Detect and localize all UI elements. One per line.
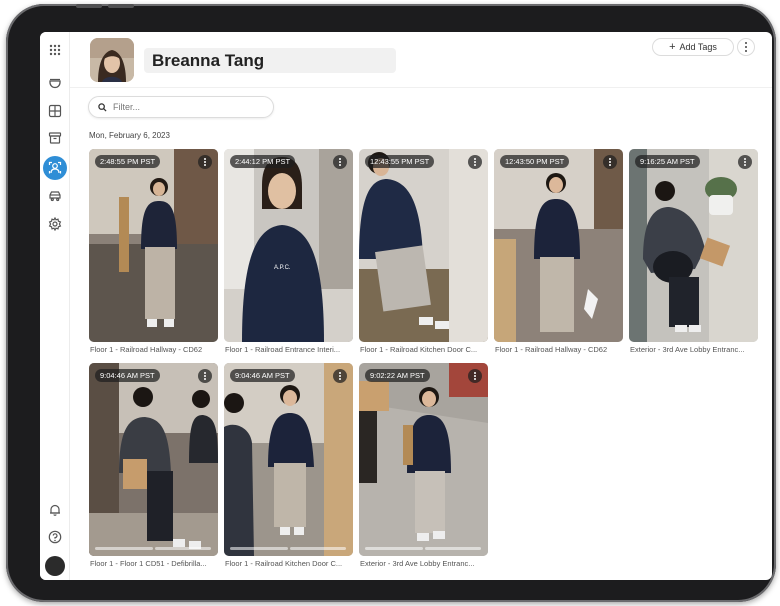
apps-grid-icon[interactable] (46, 41, 64, 59)
sighting-card[interactable]: 9:16:25 AM PST Exterior - 3rd Ave Lobby … (629, 149, 758, 355)
timestamp-badge: 12:43:50 PM PST (500, 155, 570, 168)
filter-input[interactable] (113, 102, 263, 112)
device-button (108, 4, 134, 8)
card-menu-button[interactable] (333, 369, 347, 383)
camera-name: Floor 1 - Railroad Entrance Interi... (225, 345, 341, 354)
sighting-thumbnail[interactable]: 12:43:50 PM PST (494, 149, 623, 342)
clip-progress (230, 547, 288, 550)
clip-progress (425, 547, 481, 550)
sighting-thumbnail[interactable]: 9:02:22 AM PST (359, 363, 488, 556)
notifications-bell-icon[interactable] (46, 501, 64, 519)
card-menu-button[interactable] (333, 155, 347, 169)
dashboard-grid-icon[interactable] (46, 102, 64, 120)
vehicle-icon[interactable] (46, 187, 64, 205)
sighting-card[interactable]: A.P.C. 2:44:12 PM PST Floor 1 - Railroad… (224, 149, 353, 355)
plus-icon: + (669, 41, 676, 53)
sighting-thumbnail[interactable]: 2:48:55 PM PST (89, 149, 218, 342)
person-header: Breanna Tang + Add Tags (70, 32, 772, 88)
help-icon[interactable] (46, 528, 64, 546)
timestamp-badge: 9:16:25 AM PST (635, 155, 700, 168)
sighting-thumbnail[interactable]: 9:04:46 AM PST (224, 363, 353, 556)
clip-progress (95, 547, 153, 550)
card-menu-button[interactable] (738, 155, 752, 169)
more-vertical-icon (339, 372, 341, 380)
card-menu-button[interactable] (198, 155, 212, 169)
more-vertical-icon (609, 158, 611, 166)
more-vertical-icon (474, 158, 476, 166)
user-avatar[interactable] (45, 556, 65, 576)
sighting-card[interactable]: 2:48:55 PM PST Floor 1 - Railroad Hallwa… (89, 149, 218, 355)
person-name[interactable]: Breanna Tang (144, 48, 396, 73)
timestamp-badge: 2:48:55 PM PST (95, 155, 161, 168)
filter-box[interactable] (88, 96, 274, 118)
camera-name: Floor 1 - Railroad Hallway - CD62 (495, 345, 608, 354)
device-button (76, 4, 102, 8)
card-menu-button[interactable] (603, 155, 617, 169)
more-vertical-icon (204, 372, 206, 380)
add-tags-label: Add Tags (679, 42, 717, 52)
settings-gear-icon[interactable] (46, 215, 64, 233)
sighting-thumbnail[interactable]: 9:04:46 AM PST (89, 363, 218, 556)
sighting-thumbnail[interactable]: 12:43:55 PM PST (359, 149, 488, 342)
add-tags-button[interactable]: + Add Tags (652, 38, 734, 56)
camera-name: Floor 1 - Floor 1 CD51 - Defibrilla... (90, 559, 207, 568)
svg-text:A.P.C.: A.P.C. (274, 265, 291, 271)
clip-progress (155, 547, 211, 550)
timestamp-badge: 9:04:46 AM PST (230, 369, 295, 382)
sidebar (40, 32, 70, 580)
date-group-label: Mon, February 6, 2023 (89, 131, 170, 140)
timestamp-badge: 9:02:22 AM PST (365, 369, 430, 382)
people-search-icon[interactable] (43, 156, 67, 180)
card-menu-button[interactable] (198, 369, 212, 383)
sighting-card[interactable]: 9:04:46 AM PST Floor 1 - Floor 1 CD51 - … (89, 363, 218, 569)
camera-name: Exterior - 3rd Ave Lobby Entranc... (630, 345, 745, 354)
more-vertical-icon (204, 158, 206, 166)
camera-name: Floor 1 - Railroad Hallway - CD62 (90, 345, 203, 354)
person-photo (90, 38, 134, 82)
more-vertical-icon (744, 158, 746, 166)
more-options-button[interactable] (737, 38, 755, 56)
sighting-card[interactable]: 12:43:55 PM PST Floor 1 - Railroad Kitch… (359, 149, 488, 355)
sighting-card[interactable]: 9:04:46 AM PST Floor 1 - Railroad Kitche… (224, 363, 353, 569)
timestamp-badge: 2:44:12 PM PST (230, 155, 296, 168)
timestamp-badge: 9:04:46 AM PST (95, 369, 160, 382)
more-vertical-icon (744, 41, 748, 53)
clip-progress (290, 547, 346, 550)
more-vertical-icon (474, 372, 476, 380)
app-screen: Breanna Tang + Add Tags Mon, February 6,… (40, 32, 772, 580)
camera-name: Floor 1 - Railroad Kitchen Door C... (360, 345, 478, 354)
search-icon (98, 102, 107, 112)
sighting-thumbnail[interactable]: A.P.C. 2:44:12 PM PST (224, 149, 353, 342)
clip-progress (365, 547, 423, 550)
more-vertical-icon (339, 158, 341, 166)
camera-name: Exterior - 3rd Ave Lobby Entranc... (360, 559, 475, 568)
card-menu-button[interactable] (468, 369, 482, 383)
sighting-thumbnail[interactable]: 9:16:25 AM PST (629, 149, 758, 342)
card-menu-button[interactable] (468, 155, 482, 169)
tablet-frame: Breanna Tang + Add Tags Mon, February 6,… (6, 4, 776, 602)
sighting-card[interactable]: 9:02:22 AM PST Exterior - 3rd Ave Lobby … (359, 363, 488, 569)
camera-name: Floor 1 - Railroad Kitchen Door C... (225, 559, 343, 568)
camera-dome-icon[interactable] (46, 74, 64, 92)
archive-box-icon[interactable] (46, 129, 64, 147)
sighting-card[interactable]: 12:43:50 PM PST Floor 1 - Railroad Hallw… (494, 149, 623, 355)
timestamp-badge: 12:43:55 PM PST (365, 155, 435, 168)
